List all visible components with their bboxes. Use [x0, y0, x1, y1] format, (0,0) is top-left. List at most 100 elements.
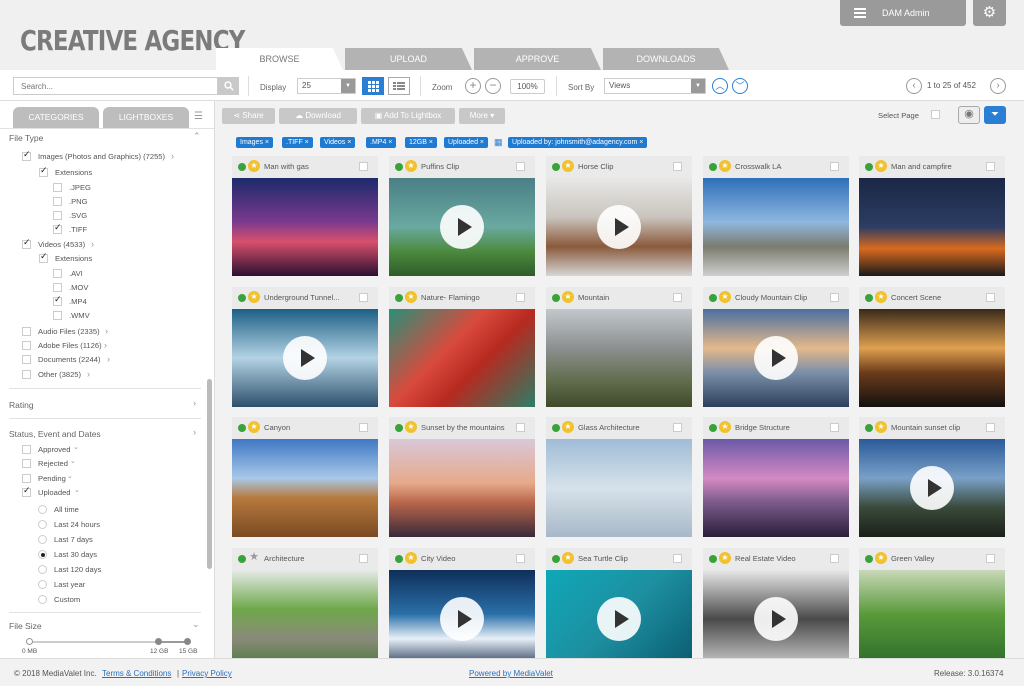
asset-thumbnail[interactable]	[546, 439, 692, 537]
asset-thumbnail[interactable]	[389, 439, 535, 537]
asset-title[interactable]: Mountain sunset clip	[891, 423, 960, 432]
documents-checkbox[interactable]	[22, 355, 31, 364]
close-icon[interactable]: ×	[429, 139, 433, 146]
asset-thumbnail[interactable]	[389, 570, 535, 668]
asset-thumbnail[interactable]	[232, 570, 378, 668]
star-icon[interactable]: ★	[562, 160, 574, 172]
asset-title[interactable]: Horse Clip	[578, 162, 613, 171]
asset-title[interactable]: Underground Tunnel...	[264, 293, 340, 302]
chevron-up-icon[interactable]: ⌃	[193, 131, 201, 142]
png-checkbox[interactable]	[53, 197, 62, 206]
asset-thumbnail[interactable]	[703, 309, 849, 407]
play-icon[interactable]	[754, 597, 798, 641]
asset-title[interactable]: Bridge Structure	[735, 423, 790, 432]
close-icon[interactable]: ×	[305, 139, 309, 146]
asset-title[interactable]: Green Valley	[891, 554, 934, 563]
filter-chip[interactable]: Videos ×	[320, 137, 356, 148]
play-icon[interactable]	[283, 336, 327, 380]
asset-thumbnail[interactable]	[232, 439, 378, 537]
privacy-link[interactable]: Privacy Policy	[182, 669, 232, 678]
asset-title[interactable]: Concert Scene	[891, 293, 941, 302]
asset-thumbnail[interactable]	[859, 439, 1005, 537]
asset-card[interactable]: ★ City Video	[389, 548, 535, 668]
play-icon[interactable]	[754, 336, 798, 380]
asset-title[interactable]: Man and campfire	[891, 162, 952, 171]
asset-select-checkbox[interactable]	[986, 423, 995, 432]
asset-card[interactable]: ★ Concert Scene	[859, 287, 1005, 407]
search-button[interactable]	[218, 77, 239, 95]
asset-title[interactable]: Real Estate Video	[735, 554, 796, 563]
star-icon[interactable]: ★	[875, 421, 887, 433]
filter-chip[interactable]: 12GB ×	[405, 137, 437, 148]
avi-checkbox[interactable]	[53, 269, 62, 278]
sort-ascending-button[interactable]: ︿	[712, 78, 728, 94]
chevron-right-icon[interactable]: ›	[171, 151, 174, 161]
play-icon[interactable]	[440, 205, 484, 249]
asset-card[interactable]: ★ Glass Architecture	[546, 417, 692, 537]
other-checkbox[interactable]	[22, 370, 31, 379]
asset-card[interactable]: ★ Cloudy Mountain Clip	[703, 287, 849, 407]
asset-title[interactable]: Glass Architecture	[578, 423, 640, 432]
chevron-right-icon[interactable]: ›	[87, 369, 90, 379]
asset-select-checkbox[interactable]	[830, 554, 839, 563]
chevron-down-icon[interactable]: ⌄	[70, 457, 76, 465]
asset-card[interactable]: ★ Horse Clip	[546, 156, 692, 276]
chevron-right-icon[interactable]: ›	[91, 239, 94, 249]
asset-select-checkbox[interactable]	[516, 293, 525, 302]
star-icon[interactable]: ★	[719, 160, 731, 172]
asset-thumbnail[interactable]	[859, 178, 1005, 276]
chevron-down-icon[interactable]: ⌄	[192, 619, 200, 630]
mp4-checkbox[interactable]	[53, 294, 62, 306]
asset-card[interactable]: ★ Nature- Flamingo	[389, 287, 535, 407]
size-slider-high-handle[interactable]	[184, 638, 191, 645]
asset-select-checkbox[interactable]	[516, 554, 525, 563]
svg-checkbox[interactable]	[53, 211, 62, 220]
star-icon[interactable]: ★	[248, 291, 260, 303]
star-icon[interactable]: ★	[562, 421, 574, 433]
asset-select-checkbox[interactable]	[673, 554, 682, 563]
status-heading[interactable]: Status, Event and Dates	[9, 429, 101, 439]
asset-thumbnail[interactable]	[703, 570, 849, 668]
asset-title[interactable]: Crosswalk LA	[735, 162, 781, 171]
wmv-checkbox[interactable]	[53, 311, 62, 320]
asset-title[interactable]: Sunset by the mountains	[421, 423, 505, 432]
asset-card[interactable]: ★ Mountain sunset clip	[859, 417, 1005, 537]
rejected-checkbox[interactable]	[22, 459, 31, 468]
asset-select-checkbox[interactable]	[359, 423, 368, 432]
play-icon[interactable]	[440, 597, 484, 641]
images-checkbox[interactable]	[22, 149, 31, 161]
close-icon[interactable]: ×	[388, 139, 392, 146]
uploaded-checkbox[interactable]	[22, 485, 31, 497]
audio-checkbox[interactable]	[22, 327, 31, 336]
star-icon[interactable]: ★	[405, 291, 417, 303]
filter-button[interactable]: ⏷	[984, 106, 1006, 124]
video-extensions-checkbox[interactable]	[39, 251, 48, 263]
close-icon[interactable]: ×	[480, 139, 484, 146]
close-icon[interactable]: ×	[639, 139, 643, 146]
tab-downloads[interactable]: DOWNLOADS	[603, 48, 729, 70]
tab-browse[interactable]: BROWSE	[216, 48, 343, 70]
asset-select-checkbox[interactable]	[830, 162, 839, 171]
filter-settings-icon[interactable]: ☰	[194, 111, 210, 125]
videos-checkbox[interactable]	[22, 237, 31, 249]
asset-select-checkbox[interactable]	[986, 554, 995, 563]
mov-checkbox[interactable]	[53, 283, 62, 292]
play-icon[interactable]	[597, 597, 641, 641]
preview-toggle-button[interactable]: ◉	[958, 106, 980, 124]
asset-card[interactable]: ★ Underground Tunnel...	[232, 287, 378, 407]
range-24h-radio[interactable]	[38, 520, 47, 529]
asset-card[interactable]: ★ Sea Turtle Clip	[546, 548, 692, 668]
asset-thumbnail[interactable]	[546, 178, 692, 276]
terms-link[interactable]: Terms & Conditions	[102, 669, 171, 678]
jpeg-checkbox[interactable]	[53, 183, 62, 192]
sort-descending-button[interactable]: ﹀	[732, 78, 748, 94]
asset-title[interactable]: Puffins Clip	[421, 162, 459, 171]
asset-select-checkbox[interactable]	[359, 554, 368, 563]
asset-title[interactable]: Architecture	[264, 554, 305, 563]
asset-card[interactable]: ★ Mountain	[546, 287, 692, 407]
asset-card[interactable]: ★ Sunset by the mountains	[389, 417, 535, 537]
download-button[interactable]: ☁ Download	[279, 108, 357, 124]
star-icon[interactable]: ★	[248, 160, 260, 172]
chevron-right-icon[interactable]: ›	[107, 354, 110, 364]
asset-thumbnail[interactable]	[859, 309, 1005, 407]
